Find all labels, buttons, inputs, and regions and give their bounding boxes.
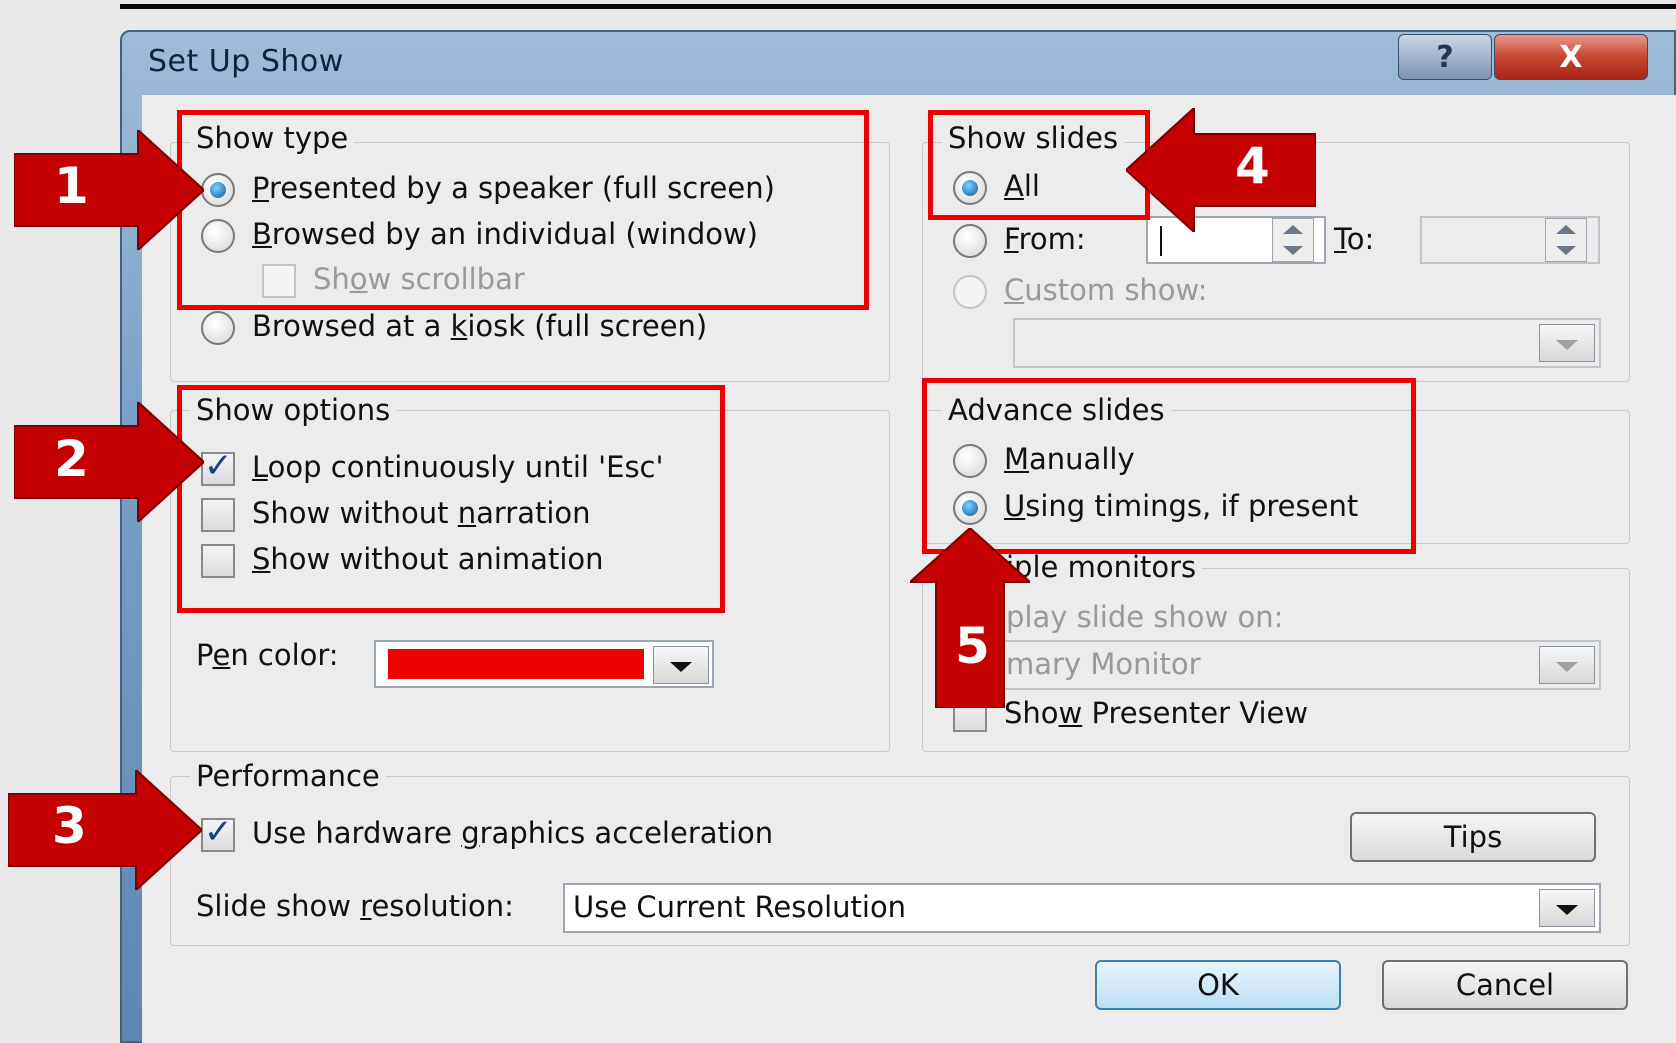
help-button[interactable]: ?	[1398, 34, 1492, 80]
highlight-show-type	[177, 110, 869, 310]
custom-show-dropdown-button[interactable]	[1539, 324, 1595, 362]
annotation-arrow-3	[8, 770, 202, 890]
performance-label: Performance	[190, 759, 386, 793]
resolution-dropdown[interactable]: Use Current Resolution	[563, 883, 1601, 933]
multiple-monitors-label: iple monitors	[1000, 550, 1203, 584]
pen-color-dropdown-button[interactable]	[653, 646, 709, 684]
resolution-value: Use Current Resolution	[573, 890, 907, 924]
custom-show-label: Custom show:	[1004, 273, 1208, 307]
monitor-dropdown-button[interactable]	[1539, 646, 1595, 684]
highlight-show-options	[177, 385, 725, 613]
close-button[interactable]: X	[1494, 34, 1648, 80]
annotation-number-2: 2	[54, 430, 89, 488]
pen-color-label: Pen color:	[196, 638, 339, 672]
annotation-number-3: 3	[52, 797, 87, 855]
monitor-dropdown[interactable]: mary Monitor	[1000, 640, 1601, 690]
show-from-radio[interactable]	[953, 224, 987, 258]
chevron-down-icon	[1556, 905, 1578, 915]
annotation-number-1: 1	[54, 157, 89, 215]
annotation-number-5: 5	[955, 617, 990, 675]
annotation-arrow-1	[14, 130, 204, 250]
hardware-acceleration-checkbox[interactable]: ✓	[201, 812, 235, 852]
check-icon: ✓	[204, 812, 233, 852]
chevron-down-icon	[1556, 662, 1578, 672]
browsed-at-kiosk-radio[interactable]	[201, 311, 235, 345]
ok-button[interactable]: OK	[1095, 960, 1341, 1010]
annotation-arrow-4	[1126, 108, 1316, 232]
chevron-down-icon	[670, 662, 692, 672]
annotation-number-4: 4	[1235, 137, 1270, 195]
browsed-at-kiosk-label[interactable]: Browsed at a kiosk (full screen)	[252, 309, 707, 343]
monitor-value: mary Monitor	[1006, 647, 1201, 681]
annotation-arrow-2	[14, 402, 204, 522]
cancel-button[interactable]: Cancel	[1382, 960, 1628, 1010]
custom-show-radio[interactable]	[953, 275, 987, 309]
tips-button[interactable]: Tips	[1350, 812, 1596, 862]
to-slide-spinner[interactable]	[1545, 218, 1587, 262]
custom-show-dropdown[interactable]	[1013, 318, 1601, 368]
pen-color-swatch	[388, 649, 644, 679]
hardware-acceleration-label[interactable]: Use hardware graphics acceleration	[252, 816, 773, 850]
display-slide-show-on-label: play slide show on:	[1006, 600, 1284, 634]
show-from-label[interactable]: From:	[1004, 222, 1086, 256]
highlight-show-slides	[928, 110, 1150, 220]
resolution-label: Slide show resolution:	[196, 889, 514, 923]
chevron-down-icon	[1556, 340, 1578, 350]
resolution-dropdown-button[interactable]	[1539, 889, 1595, 927]
show-presenter-view-label[interactable]: Show Presenter View	[1004, 696, 1308, 730]
spin-down-icon	[1283, 246, 1303, 255]
top-divider-line	[120, 4, 1676, 9]
spin-up-icon	[1556, 225, 1576, 234]
show-to-label: To:	[1334, 222, 1375, 256]
spin-down-icon	[1556, 246, 1576, 255]
dialog-title: Set Up Show	[148, 44, 344, 79]
